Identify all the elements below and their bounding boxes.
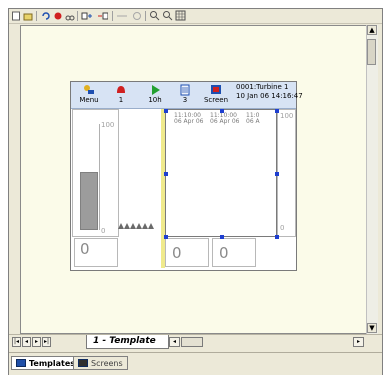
left-digital-panel[interactable]: 0 (74, 238, 118, 267)
vertical-scrollbar[interactable]: ▲ ▼ (366, 25, 378, 334)
bar-graph-fill (80, 172, 98, 230)
undo-icon[interactable] (40, 10, 51, 21)
marker-row (118, 222, 154, 232)
alarm-count: 1 (118, 96, 124, 104)
screen-label: Screen (203, 96, 229, 104)
hscroll-left-button[interactable]: ◂ (169, 337, 180, 347)
menu-icon (75, 84, 103, 96)
menu-label: Menu (79, 96, 99, 104)
zoom-fit-icon[interactable] (162, 10, 173, 21)
selection-handle[interactable] (275, 172, 279, 176)
selection-handle[interactable] (275, 235, 279, 239)
left-digital-value: 0 (80, 240, 90, 258)
prev-sheet-button[interactable]: ◂ (22, 337, 31, 347)
selection-handle[interactable] (164, 235, 168, 239)
log-button[interactable]: 3 (171, 84, 199, 107)
new-icon[interactable] (10, 10, 21, 21)
grid-icon[interactable] (175, 10, 186, 21)
scroll-down-button[interactable]: ▼ (367, 323, 377, 333)
bottom-tab-bar: Templates Screens (9, 352, 382, 375)
log-icon (171, 84, 199, 96)
redo-icon[interactable] (52, 10, 63, 21)
bar-scale-line (99, 124, 100, 230)
selection-handle[interactable] (220, 235, 224, 239)
selection-handle[interactable] (220, 109, 224, 113)
digital-value-2: 0 (219, 244, 229, 262)
sheet-tab-bar: |◂ ◂ ▸ ▸| ◂ ▸ (9, 334, 382, 351)
copy-icon[interactable] (81, 10, 92, 21)
tab-templates[interactable]: Templates (11, 356, 81, 370)
trend-scale-panel: 100 0 (277, 109, 296, 237)
selection-handle[interactable] (164, 172, 168, 176)
toolbar-separator (36, 11, 37, 21)
toolbar-separator (112, 11, 113, 21)
selection-handle[interactable] (164, 109, 168, 113)
alarm-button[interactable]: 1 (107, 84, 135, 107)
trend-time-2: 11:10:00 06 Apr 06 (210, 112, 240, 125)
delete-icon[interactable] (116, 10, 127, 21)
screen-icon (202, 84, 230, 96)
next-sheet-button[interactable]: ▸ (32, 337, 41, 347)
hscroll-right-button[interactable]: ▸ (353, 337, 364, 347)
zoom-out-icon[interactable] (149, 10, 160, 21)
tab-templates-label: Templates (29, 358, 76, 368)
digital-value-1: 0 (172, 244, 182, 262)
bar-scale-top: 100 (101, 121, 115, 129)
toolbar (9, 9, 382, 24)
bar-scale-bottom: 0 (101, 227, 106, 235)
toolbar-separator (145, 11, 146, 21)
screen-button[interactable]: Screen (202, 84, 230, 107)
tab-screens[interactable]: Screens (73, 356, 128, 370)
screens-icon (78, 359, 88, 367)
hscroll-thumb[interactable] (181, 337, 203, 347)
scroll-thumb[interactable] (367, 39, 376, 65)
first-sheet-button[interactable]: |◂ (12, 337, 21, 347)
menu-button[interactable]: Menu (75, 84, 103, 107)
trend-scale-top: 100 (280, 112, 294, 120)
trend-time-3: 11:0 06 A (246, 112, 260, 125)
unit-name: 0001:Turbine 1 (236, 83, 289, 91)
digital-panel-2[interactable]: 0 (212, 238, 256, 267)
tab-screens-label: Screens (91, 358, 123, 368)
paste-icon[interactable] (97, 10, 108, 21)
selection-handle[interactable] (275, 109, 279, 113)
log-count: 3 (182, 96, 188, 104)
toolbar-separator (77, 11, 78, 21)
cut-icon[interactable] (64, 10, 75, 21)
trend-time-1: 11:10:00 06 Apr 06 (174, 112, 204, 125)
play-icon (141, 84, 169, 96)
play-duration: 10h (148, 96, 162, 104)
digital-panel-1[interactable]: 0 (165, 238, 209, 267)
zoom-in-icon[interactable] (131, 10, 142, 21)
trend-panel[interactable]: 11:10:00 06 Apr 06 11:10:00 06 Apr 06 11… (165, 109, 277, 237)
scroll-up-button[interactable]: ▲ (367, 25, 377, 35)
last-sheet-button[interactable]: ▸| (42, 337, 51, 347)
play-button[interactable]: 10h (141, 84, 169, 107)
sheet-tab-template[interactable]: 1 - Template (86, 335, 169, 349)
alarm-bell-icon (107, 84, 135, 96)
status-readout: 0001:Turbine 1 10 Jan 06 14:16:47 (236, 83, 303, 101)
templates-icon (16, 359, 26, 367)
status-datetime: 10 Jan 06 14:16:47 (236, 92, 303, 100)
open-icon[interactable] (22, 10, 33, 21)
trend-scale-bottom: 0 (280, 224, 285, 232)
